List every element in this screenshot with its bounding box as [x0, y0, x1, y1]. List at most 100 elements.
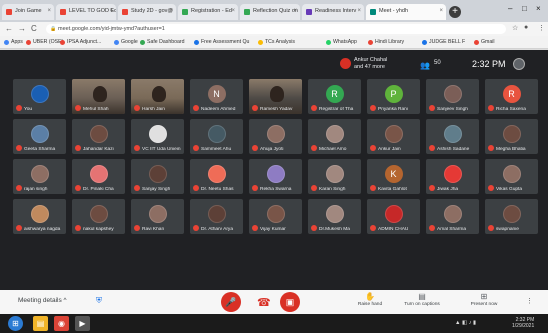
new-tab-button[interactable]: + [449, 6, 461, 18]
participant-tile[interactable]: Dr. Atharv Arya [190, 199, 243, 234]
hang-up-button[interactable]: ☎ [257, 296, 271, 309]
participant-tile[interactable]: K Kavita Gahlot [367, 159, 420, 194]
participant-tile[interactable]: Dr. Pinaki Cha [72, 159, 125, 194]
participant-tile[interactable]: Vikas Gupta [485, 159, 538, 194]
participant-name: Sanjay Singh [142, 187, 171, 192]
meeting-clock: 2:32 PM [472, 59, 506, 69]
participant-tile[interactable]: Mehul Shah [72, 79, 125, 114]
reload-icon[interactable]: C [31, 24, 37, 33]
meeting-details-button[interactable]: Meeting details ^ [18, 297, 67, 304]
mic-muted-icon [429, 225, 435, 231]
browser-tab[interactable]: Study 2D - gov@ × [118, 4, 176, 20]
participant-tile[interactable]: Jiwak Jha [426, 159, 479, 194]
participant-tile[interactable]: Vijay Kumar [249, 199, 302, 234]
explorer-icon[interactable]: ▤ [33, 316, 48, 331]
star-icon[interactable]: ☆ [512, 24, 518, 32]
tab-close-icon[interactable]: × [357, 8, 361, 14]
tab-close-icon[interactable]: × [231, 8, 235, 14]
bookmark-item[interactable]: UBER (OSE) [26, 39, 63, 45]
bookmark-item[interactable]: IPSA Adjunct... [60, 39, 101, 45]
tab-close-icon[interactable]: × [169, 8, 173, 14]
participant-tile[interactable]: R Richa Saxena [485, 79, 538, 114]
tab-close-icon[interactable]: × [439, 8, 443, 14]
participant-tile[interactable]: Amal Sharma [426, 199, 479, 234]
participant-tile[interactable]: Ashish Sadane [426, 119, 479, 154]
participant-tile[interactable]: Sanjeev Singh [426, 79, 479, 114]
system-tray[interactable]: ▲ ◧ ♪ ▮ [455, 320, 476, 326]
maximize-icon[interactable]: □ [522, 4, 527, 13]
participant-tile[interactable]: rajan singh [13, 159, 66, 194]
bookmark-item[interactable]: JUDGE BELL F [422, 39, 465, 45]
participant-tile[interactable]: Sanjay Singh [131, 159, 184, 194]
camera-toggle-button[interactable]: ▣ [280, 292, 300, 312]
bookmark-item[interactable]: Hindi Library [368, 39, 404, 45]
browser-tab[interactable]: Meet - yhdh × [366, 4, 446, 20]
more-options-icon[interactable]: ⋮ [526, 297, 533, 305]
menu-icon[interactable]: ⋮ [538, 24, 545, 32]
participant-tile[interactable]: Jahandar Kazi [72, 119, 125, 154]
minimize-icon[interactable]: – [508, 4, 512, 13]
start-button[interactable]: ⊞ [8, 316, 23, 331]
tab-close-icon[interactable]: × [109, 8, 113, 14]
participant-tile[interactable]: ADMIN CHAU [367, 199, 420, 234]
shield-icon[interactable]: ⛨ [96, 296, 102, 306]
windows-taskbar: ⊞ ▤ ◉ ▶ ▲ ◧ ♪ ▮ 2:32 PM 1/29/2021 [0, 314, 548, 333]
participant-tile[interactable]: Ramesh Yadav [249, 79, 302, 114]
raise-hand-button[interactable]: ✋ Raise hand [346, 292, 394, 307]
browser-tab[interactable]: Readiness Interv × [302, 4, 364, 20]
browser-tab[interactable]: Reflection Quiz on × [240, 4, 300, 20]
bookmark-item[interactable]: Apps [4, 39, 23, 45]
participant-tile[interactable]: Geeta Sharma [13, 119, 66, 154]
present-now-button[interactable]: ⊞ Present now [460, 292, 508, 307]
participant-tile[interactable]: P Priyanka Rani [367, 79, 420, 114]
bookmark-item[interactable]: Gmail [474, 39, 495, 45]
participant-tile[interactable]: nakul kapshey [72, 199, 125, 234]
browser-tab[interactable]: Registration - Ed × [178, 4, 238, 20]
tab-close-icon[interactable]: × [47, 8, 51, 14]
close-window-icon[interactable]: × [536, 4, 541, 13]
participant-name: Kavita Gahlot [378, 187, 407, 192]
tab-close-icon[interactable]: × [293, 8, 297, 14]
chrome-icon[interactable]: ◉ [54, 316, 69, 331]
bookmark-item[interactable]: Safe Dashboard [140, 39, 185, 45]
participant-tile[interactable]: R Registrar of Tha [308, 79, 361, 114]
participant-tile[interactable]: Ankur Jain [367, 119, 420, 154]
bookmark-item[interactable]: WhatsApp [326, 39, 357, 45]
forward-icon[interactable]: → [18, 24, 26, 33]
participant-tile[interactable]: You [13, 79, 66, 114]
participant-tile[interactable]: Sammeet Ahu [190, 119, 243, 154]
participant-tile[interactable]: Dr.Mukesh Ma [308, 199, 361, 234]
bookmark-favicon [474, 39, 479, 45]
browser-tab[interactable]: LEVEL TO GOD Edi × [56, 4, 116, 20]
mic-toggle-button[interactable]: 🎤 [221, 292, 241, 312]
bookmark-label: Google [121, 39, 138, 45]
participant-tile[interactable]: Rekha Swarna [249, 159, 302, 194]
address-bar[interactable]: 🔒 meet.google.com/yid-jmtw-ymd?authuser=… [46, 24, 506, 34]
mic-muted-icon [134, 185, 140, 191]
participant-tile[interactable]: Harsh Jain [131, 79, 184, 114]
participant-tile[interactable]: Karan Singh [308, 159, 361, 194]
profile-icon[interactable]: ● [524, 24, 528, 31]
media-icon[interactable]: ▶ [75, 316, 90, 331]
bookmark-item[interactable]: Google [114, 39, 138, 45]
participant-tile[interactable]: VC IIT Uda Uniein [131, 119, 184, 154]
participant-tile[interactable]: aishwarya nagda [13, 199, 66, 234]
participant-tile[interactable]: Dr. Neetu Shas [190, 159, 243, 194]
participant-tile[interactable]: Ahuja Jyoti [249, 119, 302, 154]
people-icon[interactable]: 👥 [420, 61, 430, 70]
participant-tile[interactable]: swapnanie [485, 199, 538, 234]
captions-button[interactable]: ▤ Turn on captions [398, 292, 446, 307]
bookmark-item[interactable]: TCs Analysis [258, 39, 295, 45]
taskbar-clock[interactable]: 2:32 PM 1/29/2021 [512, 317, 534, 329]
participant-tile[interactable]: Ravi Khan [131, 199, 184, 234]
browser-tab[interactable]: Join Game × [2, 4, 54, 20]
self-avatar[interactable] [513, 58, 525, 70]
participant-tile[interactable]: Michael Amo [308, 119, 361, 154]
participant-tile[interactable]: N Nadeem Ahmed [190, 79, 243, 114]
participant-avatar [89, 164, 108, 183]
participant-avatar [266, 124, 285, 143]
participant-tile[interactable]: Megha Bhatia [485, 119, 538, 154]
participant-name: Sanjeev Singh [437, 107, 468, 112]
bookmark-item[interactable]: Free Assessment Qu [194, 39, 249, 45]
back-icon[interactable]: ← [5, 24, 13, 33]
